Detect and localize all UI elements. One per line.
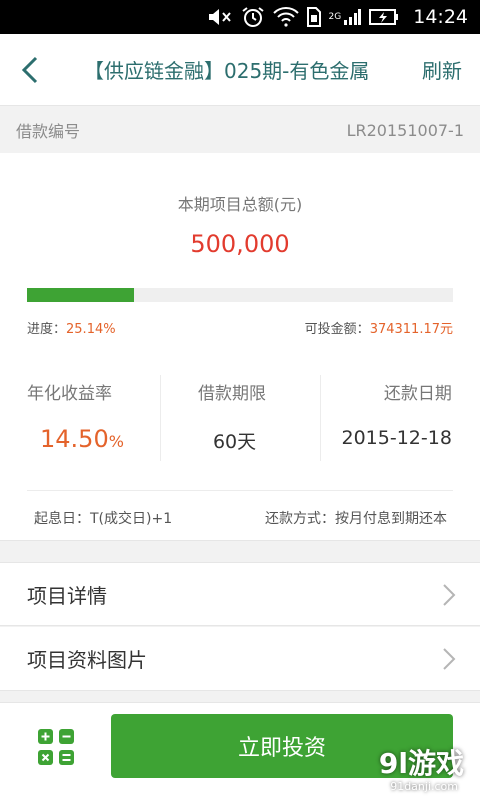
repay-method-value: 按月付息到期还本 bbox=[335, 511, 447, 527]
repay-method-text: 还款方式：按月付息到期还本 bbox=[265, 508, 447, 528]
signal-icon: 2G bbox=[329, 6, 362, 28]
loan-term-value: 60天 bbox=[212, 431, 257, 453]
loan-id-row: 借款编号 LR20151007-1 bbox=[0, 107, 480, 153]
stats-row: 年化收益率 14.50% 借款期限 60天 还款日期 2015-12-18 bbox=[0, 375, 480, 461]
repay-date-value: 2015-12-18 bbox=[341, 427, 452, 449]
loan-id-label: 借款编号 bbox=[16, 122, 81, 141]
total-amount-value: 500,000 bbox=[190, 230, 290, 258]
clock: 14:24 bbox=[413, 6, 468, 28]
interest-start-value: T(成交日)+1 bbox=[90, 511, 173, 527]
project-images-label: 项目资料图片 bbox=[27, 648, 147, 672]
progress-bar bbox=[27, 288, 453, 302]
chevron-left-icon bbox=[21, 56, 38, 84]
annual-rate-label: 年化收益率 bbox=[27, 384, 112, 404]
annual-rate-unit: % bbox=[108, 432, 124, 451]
divider bbox=[27, 490, 453, 491]
nav-bar: 【供应链金融】025期-有色金属 刷新 bbox=[0, 34, 480, 106]
loan-term-label: 借款期限 bbox=[197, 384, 266, 404]
status-bar: 2G 14:24 bbox=[0, 0, 480, 34]
project-details-label: 项目详情 bbox=[27, 583, 107, 608]
alarm-icon bbox=[241, 6, 265, 28]
page-title: 【供应链金融】025期-有色金属 bbox=[84, 59, 370, 83]
progress-bar-fill bbox=[27, 288, 135, 302]
sim-icon bbox=[306, 6, 321, 28]
available-amount-text: 可投金额：374311.17元 bbox=[305, 318, 453, 337]
total-amount-label: 本期项目总额(元) bbox=[177, 195, 303, 214]
available-amount-label: 可投金额： bbox=[304, 322, 370, 337]
available-amount-value: 374311.17元 bbox=[369, 322, 453, 337]
calculator-icon bbox=[38, 729, 74, 765]
battery-icon bbox=[369, 6, 399, 28]
watermark: 9l游戏 91danji.com bbox=[308, 736, 480, 800]
chevron-right-icon bbox=[443, 648, 456, 670]
watermark-url: 91danji.com bbox=[390, 780, 458, 793]
repay-date-stat: 还款日期 2015-12-18 bbox=[319, 375, 480, 461]
watermark-logo: 9l游戏 bbox=[378, 747, 464, 780]
calculator-button[interactable] bbox=[36, 727, 76, 767]
chevron-right-icon bbox=[443, 584, 456, 606]
interest-start-text: 起息日：T(成交日)+1 bbox=[34, 508, 172, 528]
loan-id-value: LR20151007-1 bbox=[346, 120, 464, 140]
back-button[interactable] bbox=[12, 52, 48, 88]
project-summary-card: 本期项目总额(元) 500,000 进度：25.14% 可投金额：374311.… bbox=[0, 153, 480, 541]
refresh-button[interactable]: 刷新 bbox=[422, 55, 462, 84]
annual-rate-value: 14.50% bbox=[40, 425, 124, 453]
repay-date-label: 还款日期 bbox=[383, 384, 452, 404]
progress-value: 25.14% bbox=[66, 322, 116, 337]
project-details-item[interactable]: 项目详情 bbox=[0, 562, 480, 626]
network-type: 2G bbox=[328, 12, 342, 22]
progress-text: 进度：25.14% bbox=[27, 318, 116, 337]
loan-term-stat: 借款期限 60天 bbox=[159, 375, 320, 461]
annual-rate-number: 14.50 bbox=[40, 425, 109, 453]
progress-label: 进度： bbox=[27, 322, 67, 337]
mute-icon bbox=[207, 6, 233, 28]
repay-method-label: 还款方式： bbox=[265, 511, 335, 527]
interest-start-label: 起息日： bbox=[34, 511, 90, 527]
wifi-icon bbox=[272, 6, 299, 28]
project-images-item[interactable]: 项目资料图片 bbox=[0, 627, 480, 691]
annual-rate-stat: 年化收益率 14.50% bbox=[0, 375, 160, 461]
